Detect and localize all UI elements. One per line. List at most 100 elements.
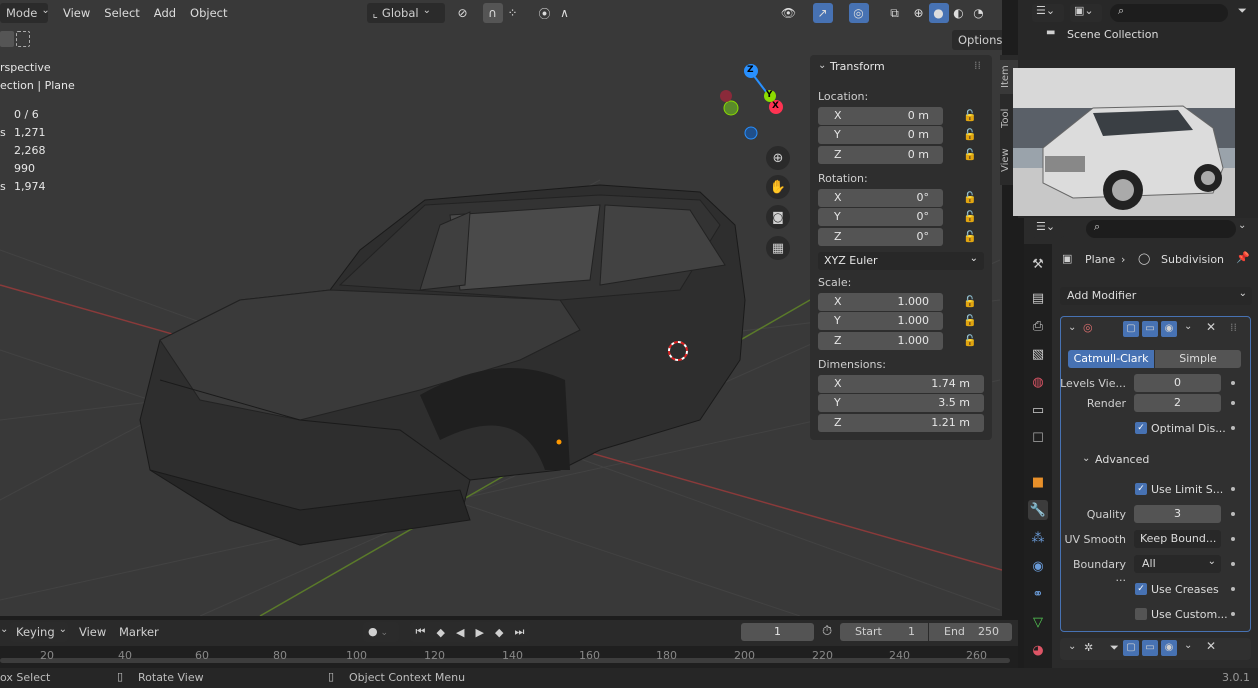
use-limit-surface-checkbox[interactable]: ✓ [1135, 483, 1147, 495]
lock-icon[interactable]: 🔓 [963, 230, 977, 244]
menu-add[interactable]: Add [147, 3, 183, 23]
end-frame-field[interactable]: End 250 [929, 623, 1012, 641]
stopwatch-icon[interactable]: ⏱ [822, 624, 832, 639]
drag-handle-icon[interactable]: ⁞⁞ [974, 59, 981, 72]
transform-title[interactable]: Transform [830, 60, 885, 73]
3d-viewport[interactable]: Z Y X ⊕ ✋ ◙ ▦ Mode View Select Add Objec… [0, 0, 1002, 616]
snap-grid-icon[interactable]: ⁘ [503, 3, 523, 23]
breadcrumb-modifier[interactable]: Subdivision [1161, 253, 1224, 266]
data-icon[interactable]: ▽ [1028, 612, 1048, 632]
use-custom-normals-checkbox[interactable] [1135, 608, 1147, 620]
view-layer-icon[interactable]: ▧ [1028, 344, 1048, 364]
rotation-z-field[interactable]: Z 0° [818, 228, 943, 246]
chevron-down-icon[interactable]: ⌄ [1238, 220, 1246, 231]
keyframe-dot-icon[interactable] [1231, 426, 1235, 430]
pan-hand-icon[interactable]: ✋ [766, 175, 790, 199]
chevron-down-icon[interactable]: ⌄ [1184, 640, 1192, 651]
world-icon[interactable]: ▭ [1028, 400, 1048, 420]
simple-option[interactable]: Simple [1155, 350, 1241, 368]
render-camera-icon[interactable]: ◉ [1161, 640, 1177, 656]
editmode-icon[interactable]: ▢ [1123, 321, 1139, 337]
current-frame-field[interactable]: 1 [741, 623, 814, 641]
keyframe-dot-icon[interactable] [1231, 537, 1235, 541]
keying-dropdown[interactable]: Keying [10, 622, 68, 642]
chevron-down-icon[interactable]: ⌄ [1184, 321, 1192, 332]
close-icon[interactable]: ✕ [1206, 639, 1216, 653]
filter-icon[interactable]: ⏷ [1238, 4, 1256, 22]
timeline-view-menu[interactable]: View [79, 625, 106, 639]
chevron-down-icon[interactable]: ⌄ [1082, 453, 1090, 464]
rotation-mode-dropdown[interactable]: XYZ Euler [818, 252, 984, 270]
options-dropdown[interactable]: Options [952, 30, 1002, 50]
editmode-icon[interactable]: ▢ [1123, 640, 1139, 656]
camera-icon[interactable]: ◙ [766, 205, 790, 229]
location-y-field[interactable]: Y 0 m [818, 126, 943, 144]
lock-icon[interactable]: 🔓 [963, 128, 977, 142]
grid-projection-icon[interactable]: ▦ [766, 236, 790, 260]
add-modifier-dropdown[interactable]: Add Modifier [1060, 287, 1252, 305]
menu-select[interactable]: Select [97, 3, 146, 23]
viewport-display-icon[interactable]: ▭ [1142, 321, 1158, 337]
keyframe-dot-icon[interactable] [1231, 587, 1235, 591]
keyframe-dot-icon[interactable] [1231, 562, 1235, 566]
dimension-z-field[interactable]: Z 1.21 m [818, 414, 984, 432]
start-frame-field[interactable]: Start 1 [840, 623, 928, 641]
keyframe-dot-icon[interactable] [1231, 381, 1235, 385]
viewport-display-icon[interactable]: ▭ [1142, 640, 1158, 656]
snap-magnet-icon[interactable]: ∩ [482, 3, 503, 23]
menu-view[interactable]: View [56, 3, 97, 23]
funnel-icon[interactable]: ⏷ [1110, 641, 1119, 655]
timeline-marker-menu[interactable]: Marker [119, 625, 159, 639]
zoom-icon[interactable]: ⊕ [766, 146, 790, 170]
outliner-search-input[interactable]: ⌕ [1110, 4, 1228, 22]
use-creases-checkbox[interactable]: ✓ [1135, 583, 1147, 595]
uv-smooth-dropdown[interactable]: Keep Bound... [1134, 530, 1221, 548]
shading-rendered-icon[interactable]: ◔ [969, 3, 989, 23]
tool-icon[interactable]: ⚒ [1028, 254, 1048, 274]
keyframe-dot-icon[interactable] [1231, 401, 1235, 405]
drag-handle-icon[interactable]: ⁞⁞ [1230, 321, 1237, 334]
close-icon[interactable]: ✕ [1206, 320, 1216, 334]
gizmo-toggle-icon[interactable]: ↗ [812, 3, 833, 23]
physics-icon[interactable]: ◉ [1028, 556, 1048, 576]
lock-icon[interactable]: 🔓 [963, 314, 977, 328]
dimension-x-field[interactable]: X 1.74 m [818, 375, 984, 393]
lock-icon[interactable]: 🔓 [963, 295, 977, 309]
lock-icon[interactable]: 🔓 [963, 334, 977, 348]
orientation-dropdown[interactable]: ⌞ Global [366, 3, 445, 23]
scene-icon[interactable]: ◍ [1028, 372, 1048, 392]
scene-collection-label[interactable]: Scene Collection [1067, 28, 1158, 41]
play-icon[interactable]: ▶ [476, 626, 484, 639]
render-icon[interactable]: ▤ [1028, 288, 1048, 308]
properties-search-input[interactable]: ⌕ [1086, 220, 1236, 238]
jump-start-icon[interactable]: ⏮ [416, 625, 426, 639]
display-mode-icon[interactable]: ▣⌄ [1070, 4, 1102, 22]
pin-icon[interactable]: 📌 [1236, 251, 1250, 264]
select-mode-icon[interactable] [16, 31, 30, 47]
location-x-field[interactable]: X 0 m [818, 107, 943, 125]
location-z-field[interactable]: Z 0 m [818, 146, 943, 164]
scale-x-field[interactable]: X 1.000 [818, 293, 943, 311]
collection-icon[interactable]: ☐ [1028, 428, 1048, 448]
overlay-toggle-icon[interactable]: ◎ [848, 3, 869, 23]
advanced-section-label[interactable]: Advanced [1095, 453, 1149, 466]
chevron-down-icon[interactable]: ⌄ [1068, 641, 1076, 652]
auto-keying-icon[interactable]: ● ⌄ [363, 622, 399, 642]
rotation-x-field[interactable]: X 0° [818, 189, 943, 207]
shading-wireframe-icon[interactable]: ⊕ [909, 3, 929, 23]
render-camera-icon[interactable]: ◉ [1161, 321, 1177, 337]
render-levels-field[interactable]: 2 [1134, 394, 1221, 412]
lock-icon[interactable]: 🔓 [963, 191, 977, 205]
keyframe-dot-icon[interactable] [1231, 487, 1235, 491]
menu-object[interactable]: Object [183, 3, 234, 23]
levels-viewport-field[interactable]: 0 [1134, 374, 1221, 392]
scale-z-field[interactable]: Z 1.000 [818, 332, 943, 350]
modifier-wrench-icon[interactable]: 🔧 [1028, 500, 1048, 520]
keyframe-dot-icon[interactable] [1231, 612, 1235, 616]
prev-keyframe-icon[interactable]: ◆ [436, 626, 444, 639]
visibility-eye-icon[interactable]: 👁 [779, 3, 799, 23]
jump-end-icon[interactable]: ⏭ [515, 625, 525, 639]
next-keyframe-icon[interactable]: ◆ [495, 626, 503, 639]
falloff-curve-icon[interactable]: ∧ [555, 3, 575, 23]
select-box-icon[interactable] [0, 31, 14, 47]
